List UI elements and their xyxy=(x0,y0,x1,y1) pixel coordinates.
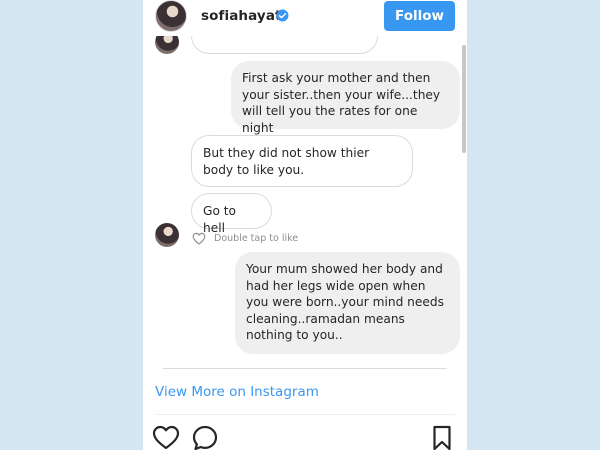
message-sent: Your mum showed her body and had her leg… xyxy=(235,252,460,354)
avatar[interactable] xyxy=(155,0,187,32)
double-tap-text: Double tap to like xyxy=(214,233,299,244)
follow-button[interactable]: Follow xyxy=(384,1,455,31)
heart-outline-icon[interactable] xyxy=(192,232,206,245)
message-received: But they did not show thier body to like… xyxy=(191,135,413,187)
post-header: sofiahayat Follow xyxy=(143,0,467,36)
username[interactable]: sofiahayat xyxy=(201,8,282,24)
bookmark-icon[interactable] xyxy=(432,425,452,450)
message-received xyxy=(191,36,378,54)
chat-thread[interactable]: First ask your mother and then your sist… xyxy=(143,36,467,370)
comment-icon[interactable] xyxy=(192,425,218,450)
verified-badge-icon xyxy=(276,9,289,22)
heart-icon[interactable] xyxy=(152,425,180,450)
divider xyxy=(163,368,447,369)
divider xyxy=(155,414,455,415)
view-more-link[interactable]: View More on Instagram xyxy=(155,384,319,400)
avatar xyxy=(155,223,179,247)
avatar xyxy=(155,36,179,54)
message-received: Go to hell xyxy=(191,193,272,235)
scrollbar[interactable] xyxy=(462,45,466,153)
instagram-embed-card: sofiahayat Follow First ask your mother … xyxy=(143,0,467,450)
message-sent: First ask your mother and then your sist… xyxy=(231,61,460,135)
